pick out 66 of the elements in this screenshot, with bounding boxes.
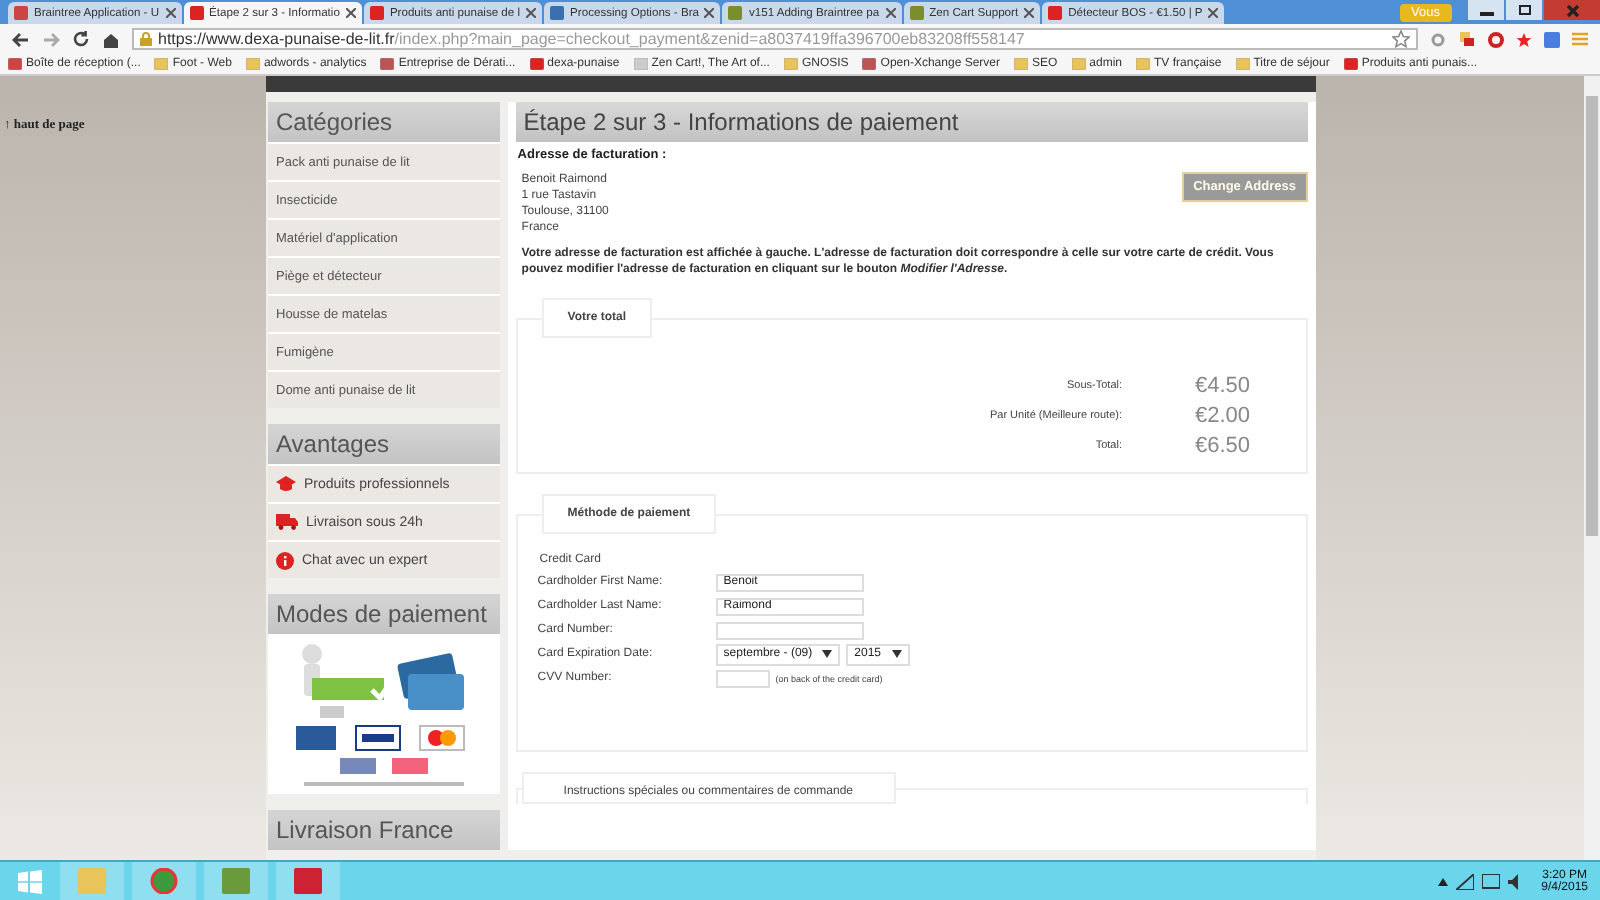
folder-icon xyxy=(245,58,260,70)
folder-icon xyxy=(154,58,169,70)
site-icon xyxy=(728,6,743,20)
close-icon[interactable] xyxy=(704,8,715,18)
tray-arrow-icon[interactable] xyxy=(1437,877,1448,885)
caret-icon xyxy=(822,650,833,658)
total-value: €2.00 xyxy=(1192,403,1250,427)
sidebar-heading: Livraison France xyxy=(268,810,500,850)
folder-icon xyxy=(783,58,798,70)
site-icon xyxy=(862,58,877,70)
site-icon xyxy=(1343,58,1358,70)
close-icon[interactable] xyxy=(885,8,896,18)
close-icon[interactable] xyxy=(1208,8,1219,18)
site-icon xyxy=(380,58,395,70)
reload-icon[interactable] xyxy=(72,30,90,48)
folder-icon xyxy=(1136,58,1151,70)
close-icon[interactable] xyxy=(165,8,176,18)
site-icon xyxy=(189,6,204,20)
sidebar-heading: Avantages xyxy=(268,424,500,464)
close-icon xyxy=(1565,3,1579,17)
cvv-field[interactable] xyxy=(715,669,770,687)
scrollbar-thumb[interactable] xyxy=(1586,96,1598,536)
sidebar-heading: Catégories xyxy=(268,102,500,142)
site-icon xyxy=(369,6,384,20)
scrollbar[interactable] xyxy=(1584,76,1600,860)
text-field[interactable] xyxy=(715,621,864,639)
close-icon[interactable] xyxy=(345,8,356,18)
folder-icon xyxy=(78,868,106,894)
close-icon[interactable] xyxy=(526,8,537,18)
home-icon[interactable] xyxy=(102,31,120,47)
total-value: €4.50 xyxy=(1192,373,1250,397)
maximize-icon xyxy=(1517,4,1531,16)
site-icon xyxy=(529,58,544,70)
site-icon xyxy=(8,58,22,70)
close-icon[interactable] xyxy=(1024,8,1035,18)
app-icon xyxy=(222,868,250,894)
address-bar[interactable]: https://www.dexa-punaise-de-lit.fr/index.php?main_page=checkout_payment&zenid=a8037419ffa396700eb83208ff558147 xyxy=(132,28,1418,50)
circle-logo-icon xyxy=(150,868,178,894)
back-icon[interactable] xyxy=(12,31,30,47)
caret-icon xyxy=(891,650,901,658)
signal-icon[interactable] xyxy=(1455,873,1474,889)
close-button[interactable] xyxy=(1542,0,1600,20)
info-icon xyxy=(276,551,294,569)
app-button[interactable] xyxy=(276,862,340,900)
lock-icon xyxy=(140,32,152,46)
folder-icon xyxy=(1235,58,1250,70)
site-icon xyxy=(1048,6,1063,20)
site-icon xyxy=(14,6,28,20)
app-button[interactable] xyxy=(132,862,196,900)
app-icon xyxy=(294,868,322,894)
maximize-button[interactable] xyxy=(1504,0,1542,20)
sidebar-heading: Modes de paiement xyxy=(268,594,500,634)
windows-logo-icon xyxy=(18,869,42,893)
ring-icon[interactable] xyxy=(1488,31,1504,47)
folder-icon xyxy=(1071,58,1086,70)
graduation-cap-icon xyxy=(276,476,296,492)
site-icon xyxy=(909,6,924,20)
extension-icon[interactable] xyxy=(1458,30,1476,48)
page-title: Étape 2 sur 3 - Informations de paiement xyxy=(515,102,1308,142)
minimize-button[interactable] xyxy=(1466,0,1504,20)
folder-icon xyxy=(1014,58,1028,70)
star-icon[interactable] xyxy=(1516,31,1532,47)
site-icon xyxy=(550,6,565,20)
total-value: €6.50 xyxy=(1192,433,1250,457)
truck-icon xyxy=(276,514,298,530)
star-icon[interactable] xyxy=(1392,30,1410,48)
